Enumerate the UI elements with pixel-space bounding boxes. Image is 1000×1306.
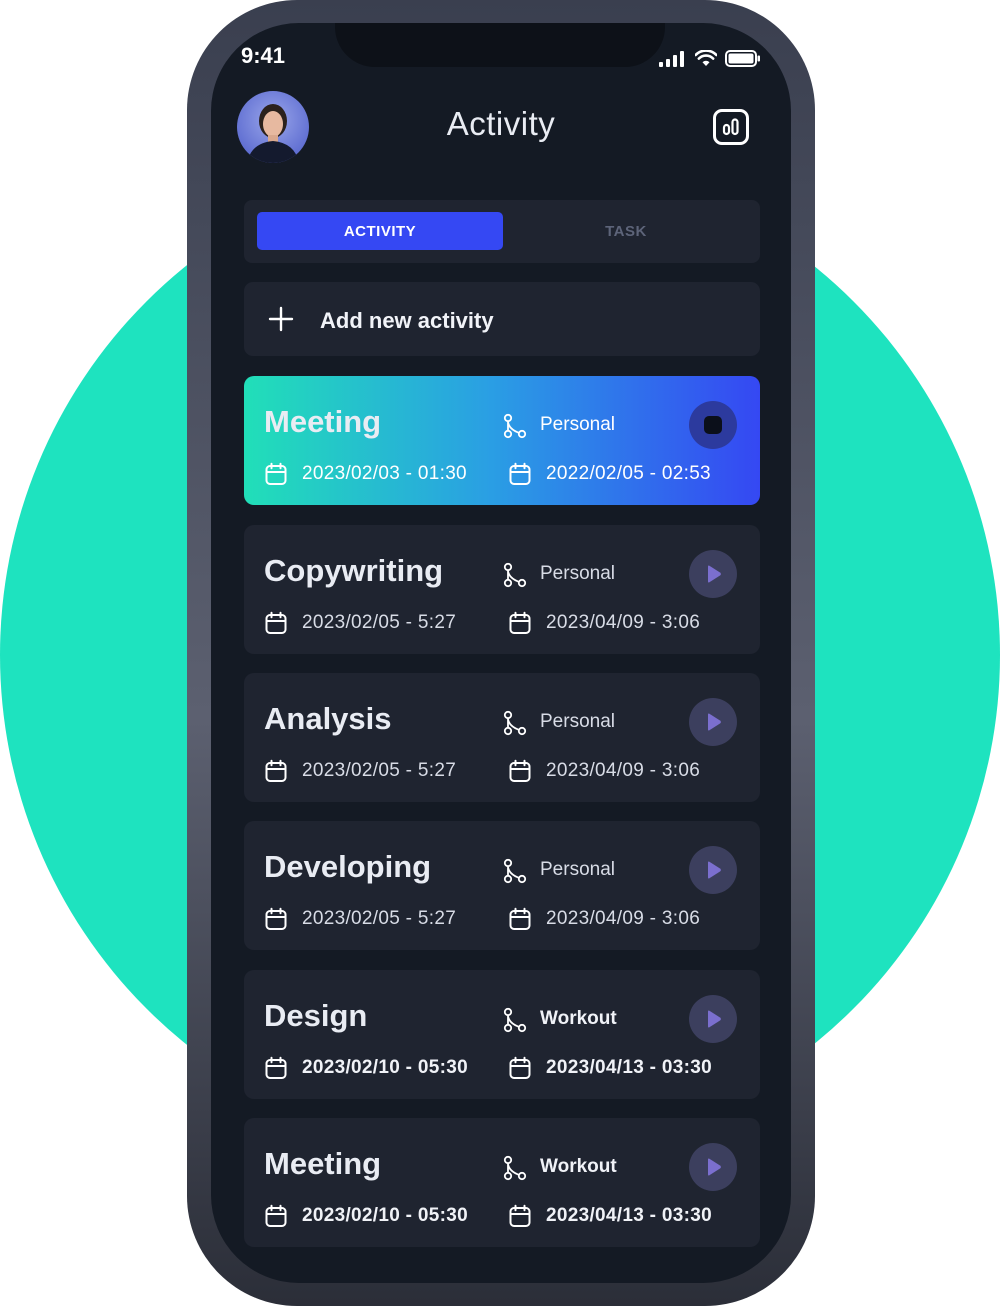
branch-icon (502, 413, 528, 444)
play-button[interactable] (689, 550, 737, 598)
bar-chart-icon (722, 118, 739, 136)
activity-card[interactable]: Copywriting Personal 2023/02/05 - 5:27 2023… (244, 525, 760, 654)
branch-icon (502, 562, 528, 593)
tab-task[interactable]: TASK (503, 212, 749, 250)
calendar-icon (264, 907, 288, 936)
signal-icon (659, 51, 684, 67)
activity-start-date: 2023/02/05 - 5:27 (302, 612, 457, 633)
calendar-icon (508, 1204, 532, 1233)
activity-title: Developing (264, 849, 432, 884)
calendar-icon (508, 1056, 532, 1085)
activity-start-date: 2023/02/05 - 5:27 (302, 908, 457, 929)
calendar-icon (264, 759, 288, 788)
calendar-icon (508, 907, 532, 936)
calendar-icon (508, 611, 532, 640)
page-title: Activity (446, 105, 556, 142)
play-icon (702, 563, 724, 585)
calendar-icon (264, 611, 288, 640)
activity-category: Workout (540, 1008, 617, 1029)
play-icon (702, 711, 724, 733)
activity-category: Personal (540, 414, 615, 435)
activity-card[interactable]: Meeting Workout 2023/02/10 - 05:30 2023/04/… (244, 1118, 760, 1247)
play-icon (702, 1008, 724, 1030)
activity-title: Copywriting (264, 553, 444, 588)
notch (335, 23, 665, 67)
activity-card[interactable]: Design Workout 2023/02/10 - 05:30 2023/04/1… (244, 970, 760, 1099)
plus-icon (268, 306, 294, 332)
play-button[interactable] (689, 846, 737, 894)
activity-card[interactable]: Meeting Personal 2023/02/03 - 01:30 2022/02… (244, 376, 760, 505)
activity-title: Meeting (264, 404, 382, 439)
activity-start-date: 2023/02/10 - 05:30 (302, 1057, 468, 1078)
phone-frame: 9:41 Activity ACTIVITY TASK Add new acti… (187, 0, 815, 1306)
calendar-icon (508, 759, 532, 788)
play-icon (702, 859, 724, 881)
play-button[interactable] (689, 1143, 737, 1191)
activity-end-date: 2023/04/13 - 03:30 (546, 1205, 712, 1226)
activity-card[interactable]: Developing Personal 2023/02/05 - 5:27 2023/… (244, 821, 760, 950)
calendar-icon (264, 462, 288, 491)
activity-end-date: 2023/04/09 - 3:06 (546, 760, 701, 781)
status-icons (659, 50, 761, 67)
activity-title: Analysis (264, 701, 392, 736)
calendar-icon (508, 462, 532, 491)
calendar-icon (264, 1056, 288, 1085)
status-time: 9:41 (241, 43, 286, 68)
tab-bar: ACTIVITY TASK (244, 200, 760, 263)
wifi-icon (695, 50, 717, 66)
activity-category: Personal (540, 563, 615, 584)
activity-end-date: 2023/04/13 - 03:30 (546, 1057, 712, 1078)
activity-category: Workout (540, 1156, 617, 1177)
play-button[interactable] (689, 698, 737, 746)
branch-icon (502, 1007, 528, 1038)
branch-icon (502, 710, 528, 741)
tab-activity[interactable]: ACTIVITY (257, 212, 503, 250)
activity-category: Personal (540, 859, 615, 880)
activity-card[interactable]: Analysis Personal 2023/02/05 - 5:27 2023/04… (244, 673, 760, 802)
activity-start-date: 2023/02/05 - 5:27 (302, 760, 457, 781)
activity-end-date: 2022/02/05 - 02:53 (546, 463, 711, 484)
calendar-icon (264, 1204, 288, 1233)
activity-start-date: 2023/02/03 - 01:30 (302, 463, 467, 484)
activity-start-date: 2023/02/10 - 05:30 (302, 1205, 468, 1226)
activity-category: Personal (540, 711, 615, 732)
stop-button[interactable] (689, 401, 737, 449)
add-activity-button[interactable]: Add new activity (244, 282, 760, 356)
stats-button[interactable] (713, 109, 749, 145)
branch-icon (502, 1155, 528, 1186)
activity-title: Design (264, 998, 368, 1033)
activity-title: Meeting (264, 1146, 382, 1181)
branch-icon (502, 858, 528, 889)
activity-end-date: 2023/04/09 - 3:06 (546, 908, 701, 929)
activity-end-date: 2023/04/09 - 3:06 (546, 612, 701, 633)
phone-screen: 9:41 Activity ACTIVITY TASK Add new acti… (211, 23, 791, 1283)
add-activity-label: Add new activity (320, 308, 494, 333)
play-icon (702, 1156, 724, 1178)
stop-icon (702, 414, 724, 436)
play-button[interactable] (689, 995, 737, 1043)
battery-icon (725, 50, 760, 67)
